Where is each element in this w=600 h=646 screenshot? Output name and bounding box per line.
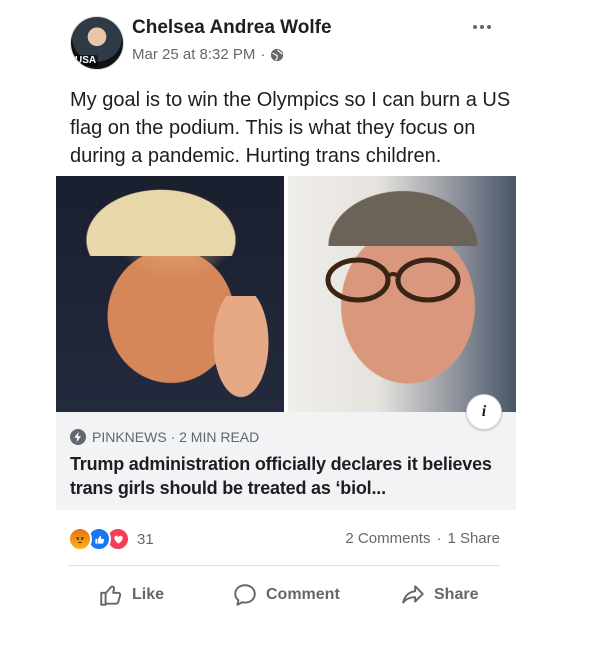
like-label: Like	[132, 586, 165, 603]
post-timestamp[interactable]: Mar 25 at 8:32 PM	[132, 46, 255, 63]
bolt-icon	[70, 429, 86, 445]
link-headline[interactable]: Trump administration officially declares…	[70, 452, 510, 500]
reactions-summary[interactable]: 31	[68, 527, 154, 551]
link-preview-meta[interactable]: PINKNEWS · 2 MIN READ Trump administrati…	[56, 412, 516, 510]
globe-icon[interactable]	[270, 48, 284, 62]
comments-count[interactable]: 2 Comments	[345, 530, 430, 547]
engagement-counts: 2 Comments · 1 Share	[345, 530, 500, 547]
reaction-count: 31	[137, 530, 154, 548]
shares-count[interactable]: 1 Share	[447, 530, 500, 547]
link-preview-card[interactable]: PINKNEWS · 2 MIN READ Trump administrati…	[56, 176, 516, 510]
avatar-badge: USA	[73, 55, 99, 66]
info-icon[interactable]: i	[466, 394, 502, 430]
more-options-icon[interactable]	[468, 18, 496, 36]
thumbs-up-icon	[100, 585, 122, 606]
photo-left-person	[56, 176, 284, 412]
share-label: Share	[434, 586, 479, 603]
angry-reaction-icon	[68, 527, 92, 551]
comment-button[interactable]: Comment	[232, 580, 340, 610]
share-icon	[402, 585, 424, 604]
author-avatar[interactable]: USA	[70, 16, 124, 70]
post-meta: Mar 25 at 8:32 PM ·	[132, 46, 284, 63]
like-button[interactable]: Like	[98, 580, 164, 610]
share-button[interactable]: Share	[400, 580, 478, 610]
link-source-label: PINKNEWS · 2 MIN READ	[92, 429, 260, 445]
glasses-graphic	[325, 257, 461, 303]
photo-right-person	[288, 176, 516, 412]
comment-label: Comment	[266, 586, 340, 603]
meta-separator: ·	[260, 46, 266, 63]
counts-separator: ·	[436, 530, 442, 547]
post-text: My goal is to win the Olympics so I can …	[70, 89, 511, 167]
comment-icon	[234, 584, 256, 606]
facebook-post: USA Chelsea Andrea Wolfe Mar 25 at 8:32 …	[0, 0, 600, 646]
action-divider	[68, 565, 500, 566]
link-preview-image[interactable]	[56, 176, 516, 412]
link-source: PINKNEWS · 2 MIN READ	[70, 429, 259, 445]
author-name[interactable]: Chelsea Andrea Wolfe	[132, 17, 332, 39]
